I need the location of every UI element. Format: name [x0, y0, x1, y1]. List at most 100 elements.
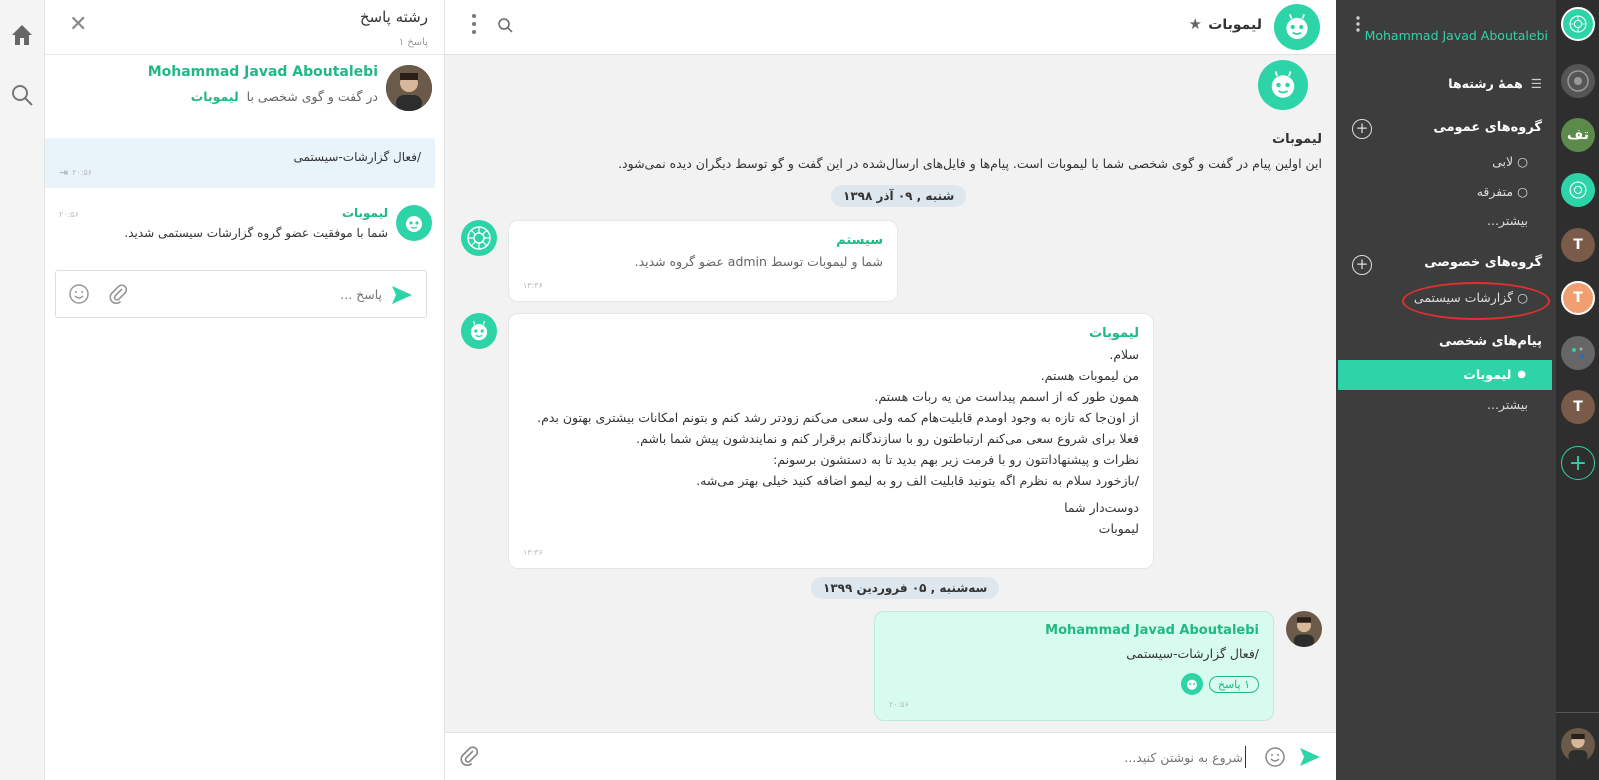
- sidebar-item-label: متفرقه: [1476, 184, 1514, 199]
- thread-context-prefix: در گفت و گوی شخصی با: [246, 89, 378, 104]
- sidebar-more-public[interactable]: بیشتر...: [1487, 213, 1528, 228]
- attach-icon[interactable]: [459, 745, 479, 771]
- private-groups-heading: گروه‌های خصوصی: [1424, 255, 1542, 270]
- sidebar-item-limobot[interactable]: ● لیموبات: [1338, 360, 1552, 390]
- search-icon[interactable]: [497, 17, 513, 37]
- highlight-circle: [1402, 282, 1550, 320]
- sidebar-item-label: همهٔ رشته‌ها: [1448, 76, 1523, 91]
- home-icon[interactable]: [9, 22, 35, 48]
- intro-name: لیموبات: [1272, 132, 1322, 147]
- more-icon[interactable]: [1356, 16, 1360, 36]
- message-text: شما و لیموبات توسط admin عضو گروه شدید.: [634, 254, 883, 269]
- bot-mini-avatar: [1180, 673, 1203, 695]
- thread-reply-input[interactable]: [162, 283, 382, 305]
- date-separator: شنبه , ۰۹ آذر ۱۳۹۸: [831, 185, 967, 207]
- time-label: ۲۰:۵۶: [72, 168, 93, 177]
- message-time: ۱۳:۳۶: [523, 548, 543, 557]
- add-private-group-button[interactable]: +: [1352, 255, 1372, 275]
- team-avatar[interactable]: T: [1561, 390, 1595, 424]
- message-line: /بازخورد سلام به نظرم اگه بتونید قابلیت …: [696, 473, 1139, 488]
- message-time: ۲۰:۵۶: [889, 700, 909, 709]
- add-team-button[interactable]: +: [1561, 446, 1595, 480]
- system-message: سیستم شما و لیموبات توسط admin عضو گروه …: [508, 220, 898, 302]
- thread-user-name[interactable]: Mohammad Javad Aboutalebi: [148, 64, 378, 80]
- chat-area: لیموبات ★ لیموبات این اولین پیام در گفت …: [445, 0, 1336, 780]
- thread-reply-time: ۲۰:۵۶: [59, 210, 79, 219]
- server-rail: تف T T T +: [1556, 0, 1599, 780]
- thread-reply-text: شما با موفقیت عضو گروه گزارشات سیستمی شد…: [124, 226, 388, 240]
- message-line: دوست‌دار شما: [1064, 500, 1139, 515]
- team-icon[interactable]: [1561, 64, 1595, 98]
- team-icon[interactable]: [1561, 7, 1595, 41]
- bot-avatar-large: [1258, 60, 1308, 110]
- message-line: نظرات و پیشنهاداتتون رو با فرمت زیر بهم …: [773, 452, 1139, 467]
- left-rail: [0, 0, 45, 780]
- thread-replies-button[interactable]: ۱ پاسخ: [1180, 673, 1259, 695]
- star-icon[interactable]: ★: [1189, 15, 1202, 33]
- avatar: [386, 65, 432, 111]
- public-groups-heading: گروه‌های عمومی: [1433, 120, 1542, 135]
- team-avatar[interactable]: تف: [1561, 118, 1595, 152]
- message-time: ۱۳:۳۶: [523, 281, 543, 290]
- message-line: من لیموبات هستم.: [1040, 368, 1139, 383]
- attach-icon[interactable]: [108, 283, 128, 310]
- search-icon[interactable]: [9, 82, 35, 108]
- thread-root-message: /فعال گزارشات-سیستمی ⇥ ۲۰:۵۶: [45, 138, 435, 188]
- system-avatar: [461, 220, 497, 256]
- sidebar-item-lobby[interactable]: ○ لابی: [1492, 154, 1528, 169]
- chat-header: لیموبات ★: [445, 0, 1336, 55]
- intro-text: این اولین پیام در گفت و گوی شخصی شما با …: [618, 156, 1322, 171]
- thread-reply-box: [55, 270, 427, 318]
- my-message: Mohammad Javad Aboutalebi /فعال گزارشات-…: [874, 611, 1274, 721]
- team-icon[interactable]: [1561, 173, 1595, 207]
- dm-name: لیموبات: [1463, 367, 1512, 382]
- thread-title: رشته پاسخ: [359, 8, 428, 26]
- direct-messages-heading: پیام‌های شخصی: [1438, 334, 1542, 349]
- bot-message: لیموبات سلام. من لیموبات هستم. همون طور …: [508, 313, 1154, 569]
- thread-header: رشته پاسخ ۱ پاسخ ✕: [45, 0, 444, 55]
- close-icon[interactable]: ✕: [69, 14, 87, 36]
- bot-avatar: [396, 205, 432, 241]
- filter-icon: ☰: [1530, 76, 1542, 91]
- message-body: سلام. من لیموبات هستم. همون طور که از اس…: [519, 344, 1139, 539]
- replies-count: ۱ پاسخ: [1208, 675, 1259, 693]
- login-icon: ⇥: [59, 166, 69, 179]
- thread-context-bot[interactable]: لیموبات: [191, 89, 239, 104]
- send-icon[interactable]: [390, 284, 414, 310]
- sidebar: Mohammad Javad Aboutalebi ☰ همهٔ رشته‌ها…: [1336, 0, 1556, 780]
- send-icon[interactable]: [1298, 746, 1322, 772]
- message-sender[interactable]: لیموبات: [1089, 326, 1139, 341]
- message-line: فعلا برای شروع سعی می‌کنم ارتباطتون رو ب…: [636, 431, 1139, 446]
- message-line: از اون‌جا که تازه به وجود اومدم قابلیت‌ه…: [537, 410, 1139, 425]
- bot-avatar: [1274, 4, 1320, 50]
- sidebar-user-name[interactable]: Mohammad Javad Aboutalebi: [1365, 28, 1548, 43]
- sidebar-item-all-threads[interactable]: ☰ همهٔ رشته‌ها: [1448, 76, 1542, 91]
- emoji-icon[interactable]: [68, 283, 90, 309]
- chat-input-bar: [445, 732, 1336, 780]
- avatar[interactable]: [1561, 728, 1595, 762]
- message-sender[interactable]: Mohammad Javad Aboutalebi: [1045, 623, 1259, 638]
- sidebar-item-label: ● لیموبات: [1463, 367, 1526, 382]
- message-line: همون طور که از اسمم پیداست من یه ربات هس…: [874, 389, 1139, 404]
- thread-context: در گفت و گوی شخصی با لیموبات: [191, 89, 378, 104]
- add-public-group-button[interactable]: +: [1352, 119, 1372, 139]
- sidebar-item-label: لابی: [1492, 154, 1514, 169]
- sidebar-more-dm[interactable]: بیشتر...: [1487, 397, 1528, 412]
- chat-title: لیموبات: [1208, 17, 1262, 33]
- team-avatar[interactable]: T: [1561, 281, 1595, 315]
- divider: [1556, 712, 1599, 713]
- message-text: /فعال گزارشات-سیستمی: [1126, 646, 1259, 661]
- avatar: [1286, 611, 1322, 647]
- date-separator: سه‌شنبه , ۰۵ فروردین ۱۳۹۹: [811, 577, 1000, 599]
- more-icon[interactable]: [472, 13, 476, 35]
- thread-reply-sender[interactable]: لیموبات: [342, 206, 388, 220]
- sidebar-item-misc[interactable]: ○ متفرقه: [1477, 184, 1528, 199]
- team-avatar[interactable]: T: [1561, 228, 1595, 262]
- bot-avatar: [461, 313, 497, 349]
- emoji-icon[interactable]: [1264, 746, 1286, 772]
- thread-reply-count: ۱ پاسخ: [398, 37, 428, 48]
- message-sender[interactable]: سیستم: [836, 233, 883, 248]
- team-icon[interactable]: [1561, 336, 1595, 370]
- thread-panel: رشته پاسخ ۱ پاسخ ✕ Mohammad Javad Abouta…: [45, 0, 445, 780]
- message-input[interactable]: [646, 746, 1246, 768]
